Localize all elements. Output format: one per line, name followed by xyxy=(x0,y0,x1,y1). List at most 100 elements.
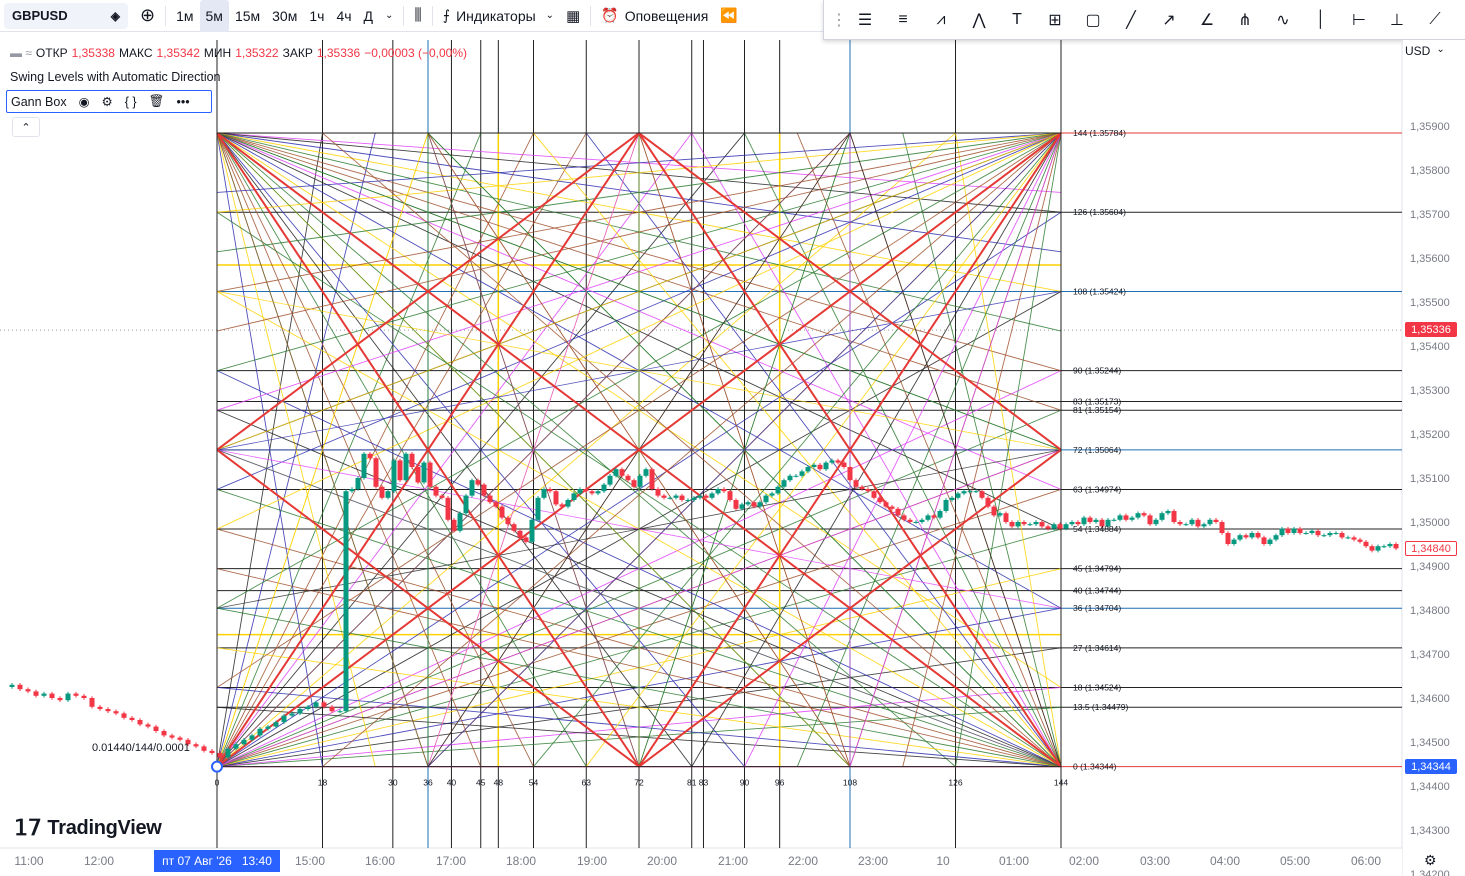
candle-body xyxy=(1267,539,1273,544)
candle-body xyxy=(1141,513,1147,516)
candle-body xyxy=(145,724,151,727)
indicators-button[interactable]: ⨍ Индикаторы ⌄ xyxy=(437,0,560,32)
symbol-diamond-icon[interactable]: ◈ xyxy=(111,9,120,23)
candle-body xyxy=(661,495,667,498)
timeframe-4[interactable]: 1ч xyxy=(303,0,330,32)
candle-body xyxy=(41,693,47,696)
candle-body xyxy=(1201,524,1207,527)
candle-body xyxy=(73,693,79,696)
date-range-icon[interactable]: ⊢ xyxy=(1340,0,1378,40)
candle-body xyxy=(1381,546,1387,548)
currency-button[interactable]: USD ⌄ xyxy=(1405,44,1445,58)
candle-body xyxy=(847,467,853,481)
candle-body xyxy=(733,500,739,509)
abcd-pattern-icon[interactable]: ⋀ xyxy=(960,0,998,40)
timeframe-6[interactable]: Д xyxy=(358,0,379,32)
pitchfork-icon[interactable]: ⋔ xyxy=(1226,0,1264,40)
price-tick-label: 1,35700 xyxy=(1410,209,1450,221)
vertical-line-icon[interactable]: │ xyxy=(1302,0,1340,40)
gann-level-label: 108 (1.35424) xyxy=(1073,286,1126,296)
price-tick-label: 1,34900 xyxy=(1410,561,1450,573)
horizontal-lines-icon[interactable]: ☰ xyxy=(846,0,884,40)
candle-body xyxy=(25,689,31,692)
time-tick-label: 22:00 xyxy=(788,854,818,868)
chart-canvas[interactable]: 144 (1.35784) 126 (1.35604) 108 (1.35424) 9… xyxy=(0,40,1465,876)
divider xyxy=(165,5,167,26)
timeframe-dropdown-icon[interactable]: ⌄ xyxy=(379,0,399,32)
indicator-title[interactable]: Swing Levels with Automatic Direction xyxy=(10,70,221,84)
candle-body xyxy=(841,462,847,467)
candle-body xyxy=(403,453,409,481)
candle-body xyxy=(1045,526,1051,529)
candle-body xyxy=(1333,533,1339,534)
candle-body xyxy=(1093,519,1099,522)
price-range-icon[interactable]: ⊥ xyxy=(1378,0,1416,40)
collapse-legend-button[interactable]: ⌃ xyxy=(12,117,40,137)
crosshair-box-icon[interactable]: ⊞ xyxy=(1036,0,1074,40)
candle-body xyxy=(673,495,679,498)
gann-box-panel[interactable]: Gann Box ◉ ⚙ { } 🗑 ••• xyxy=(6,90,212,113)
gann-time-label: 90 xyxy=(740,778,750,788)
candle-body xyxy=(913,522,919,523)
chevron-up-icon: ⌃ xyxy=(21,121,31,134)
timeframe-1[interactable]: 5м xyxy=(199,0,229,32)
gann-ratio-label: 0.01440/144/0.0001 xyxy=(92,742,190,754)
add-symbol-icon[interactable]: ⊕ xyxy=(134,0,161,32)
candle-body xyxy=(1321,535,1327,537)
candle-body xyxy=(577,489,583,494)
more-icon[interactable]: ••• xyxy=(176,95,189,109)
candle-body xyxy=(415,467,421,483)
candle-body xyxy=(89,698,95,707)
timeframe-5[interactable]: 4ч xyxy=(330,0,357,32)
gann-level-label: 54 (1.34884) xyxy=(1073,524,1121,534)
ray-icon[interactable]: ↗ xyxy=(1150,0,1188,40)
chart-type-candles-icon[interactable]: ⫼ xyxy=(408,0,427,32)
candle-body xyxy=(835,460,841,463)
candle-body xyxy=(1027,524,1033,526)
eye-icon[interactable]: ◉ xyxy=(79,94,90,109)
rectangle-icon[interactable]: ▢ xyxy=(1074,0,1112,40)
cycle-lines-icon[interactable]: ∿ xyxy=(1264,0,1302,40)
angle-tool-icon[interactable]: ∠ xyxy=(1188,0,1226,40)
timeframe-2[interactable]: 15м xyxy=(229,0,266,32)
tradingview-logo[interactable]: 𝟣𝟩 TradingView xyxy=(14,815,162,841)
candle-body xyxy=(1363,541,1369,547)
replay-back-icon[interactable]: ⏪ xyxy=(714,0,743,32)
time-tick-label: 17:00 xyxy=(436,854,466,868)
candle-body xyxy=(1387,544,1393,547)
parallel-channel-icon[interactable]: ≡ xyxy=(884,0,922,40)
text-tool-icon[interactable]: T xyxy=(998,0,1036,40)
candle-body xyxy=(919,519,925,522)
candle-body xyxy=(397,460,403,481)
alerts-button[interactable]: ⏰ Оповещения xyxy=(595,0,714,32)
measure-icon[interactable]: ⟋ xyxy=(1416,0,1454,40)
candle-body xyxy=(1057,524,1063,529)
time-tick-label: 01:00 xyxy=(999,854,1029,868)
trend-line-icon[interactable]: ╱ xyxy=(1112,0,1150,40)
candle-body xyxy=(161,731,167,736)
candle-body xyxy=(709,493,715,498)
candle-body xyxy=(859,486,865,489)
candle-body xyxy=(1297,528,1303,533)
layouts-grid-icon[interactable]: ▦ xyxy=(560,0,586,32)
timeframe-0[interactable]: 1м xyxy=(170,0,199,32)
trash-icon[interactable]: 🗑 xyxy=(149,94,165,109)
timeframe-3[interactable]: 30м xyxy=(266,0,303,32)
candle-body xyxy=(1261,537,1267,544)
drag-handle-icon[interactable]: ⋮ xyxy=(831,0,847,40)
candle-body xyxy=(475,480,481,485)
candle-body xyxy=(703,495,709,498)
gann-level-label: 36 (1.34704) xyxy=(1073,603,1121,613)
settings-icon[interactable]: ⚙ xyxy=(102,94,113,109)
gann-time-label: 0 xyxy=(215,778,220,788)
chart-settings-icon[interactable]: ⚙ xyxy=(1424,852,1437,869)
symbol-search[interactable]: GBPUSD ◈ xyxy=(4,2,128,29)
price-tick-label: 1,35100 xyxy=(1410,473,1450,485)
candle-body xyxy=(427,462,433,487)
candle-body xyxy=(1039,522,1045,527)
candle-body xyxy=(607,475,613,485)
currency-label: USD xyxy=(1405,44,1431,58)
source-code-icon[interactable]: { } xyxy=(125,95,137,109)
candle-body xyxy=(457,513,463,531)
elliott-wave-icon[interactable]: ⩘ xyxy=(922,0,960,40)
